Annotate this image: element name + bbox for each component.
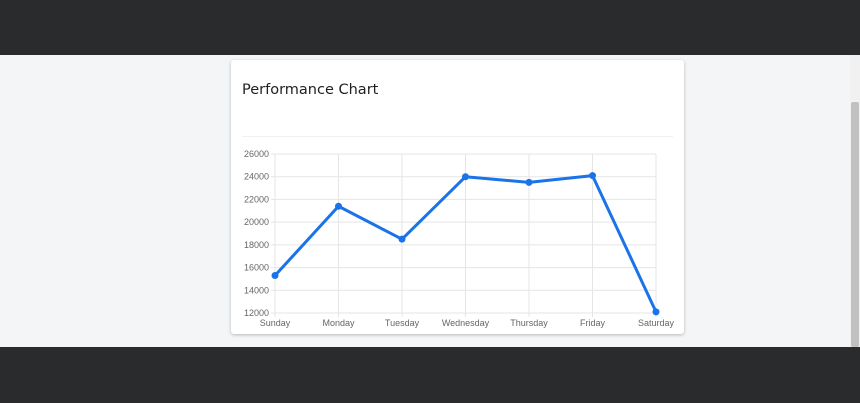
y-tick-label: 26000	[244, 149, 269, 159]
data-point	[271, 272, 279, 280]
x-tick-label: Thursday	[510, 318, 548, 328]
data-point	[589, 172, 596, 180]
scrollbar-thumb[interactable]	[851, 102, 859, 347]
x-tick-label: Saturday	[638, 318, 675, 328]
data-point	[652, 308, 660, 316]
data-point	[398, 235, 406, 243]
page-area: Performance Chart 12000 14000 16000 18000 20…	[0, 55, 860, 347]
chart-card: Performance Chart 12000 14000 16000 18000 20…	[231, 60, 684, 334]
y-tick-label: 24000	[244, 172, 269, 182]
x-tick-label: Sunday	[260, 318, 291, 328]
data-point	[525, 178, 533, 186]
x-tick-label: Friday	[580, 318, 606, 328]
y-tick-label: 22000	[244, 194, 269, 204]
y-tick-label: 20000	[244, 217, 269, 227]
data-point	[462, 173, 469, 181]
y-tick-label: 16000	[244, 263, 269, 273]
y-tick-label: 14000	[244, 285, 269, 295]
y-tick-label: 18000	[244, 240, 269, 250]
x-tick-label: Tuesday	[385, 318, 420, 328]
x-tick-label: Wednesday	[442, 318, 490, 328]
y-tick-label: 12000	[244, 308, 269, 318]
x-tick-label: Monday	[322, 318, 355, 328]
data-point	[335, 202, 342, 210]
vertical-scrollbar[interactable]	[850, 55, 860, 347]
performance-line-chart: 12000 14000 16000 18000 20000 22000 24000 26000…	[244, 149, 675, 328]
top-bar	[0, 0, 860, 55]
bottom-bar	[0, 347, 860, 403]
